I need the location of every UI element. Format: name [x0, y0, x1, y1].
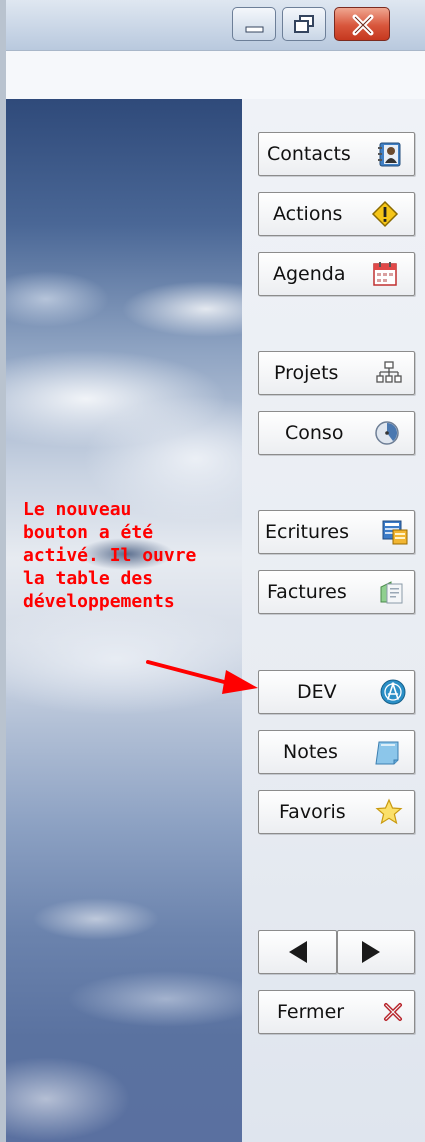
sky-background-image: [6, 99, 242, 1142]
ecritures-label: Ecritures: [265, 521, 350, 543]
clock-icon: [375, 421, 399, 445]
close-window-button[interactable]: [334, 7, 390, 41]
calendar-icon: [373, 262, 397, 286]
annotation-text: Le nouveau bouton a été activé. Il ouvre…: [23, 499, 197, 612]
fermer-button[interactable]: Fermer: [258, 990, 415, 1034]
notes-button[interactable]: Notes: [258, 730, 415, 774]
minimize-button[interactable]: [232, 7, 276, 41]
red-x-icon: [384, 1003, 402, 1021]
application-window: Contacts Actions Agenda Projets Conso Ec…: [0, 0, 425, 1142]
actions-button[interactable]: Actions: [258, 192, 415, 236]
factures-button[interactable]: Factures: [258, 570, 415, 614]
favoris-label: Favoris: [279, 801, 346, 823]
warning-diamond-icon: [371, 200, 399, 228]
notes-label: Notes: [283, 741, 338, 763]
compass-icon: [380, 679, 406, 705]
dev-label: DEV: [297, 681, 337, 703]
projets-button[interactable]: Projets: [258, 351, 415, 395]
agenda-button[interactable]: Agenda: [258, 252, 415, 296]
contacts-book-icon: [378, 142, 401, 167]
close-icon: [352, 14, 374, 36]
favoris-button[interactable]: Favoris: [258, 790, 415, 834]
agenda-label: Agenda: [273, 263, 346, 285]
star-icon: [375, 798, 403, 825]
ecritures-button[interactable]: Ecritures: [258, 510, 415, 554]
triangle-left-icon: [289, 941, 307, 963]
projets-label: Projets: [274, 362, 339, 384]
previous-button[interactable]: [258, 930, 337, 974]
dev-button[interactable]: DEV: [258, 670, 415, 714]
annotation-arrow: [146, 660, 258, 694]
next-button[interactable]: [337, 930, 415, 974]
factures-label: Factures: [267, 581, 347, 603]
restore-button[interactable]: [282, 7, 326, 41]
actions-label: Actions: [273, 203, 343, 225]
conso-button[interactable]: Conso: [258, 411, 415, 455]
fermer-label: Fermer: [277, 1001, 345, 1023]
triangle-right-icon: [362, 941, 380, 963]
contacts-label: Contacts: [267, 143, 351, 165]
contacts-button[interactable]: Contacts: [258, 132, 415, 176]
invoice-icon: [380, 581, 403, 604]
minimize-icon: [245, 26, 264, 33]
conso-label: Conso: [285, 422, 344, 444]
restore-icon: [294, 15, 314, 33]
documents-icon: [382, 520, 408, 545]
note-icon: [375, 741, 399, 765]
org-chart-icon: [376, 361, 402, 383]
menu-bar: [6, 51, 425, 100]
